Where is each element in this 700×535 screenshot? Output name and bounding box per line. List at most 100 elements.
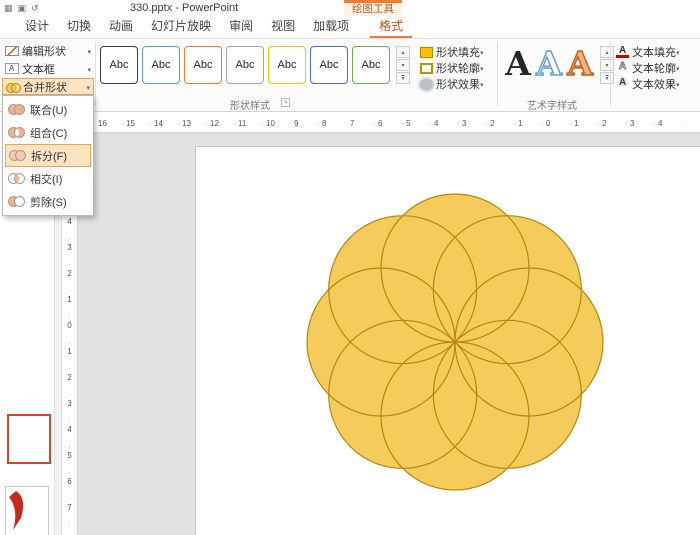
- menu-item[interactable]: 相交(I): [5, 167, 91, 190]
- ruler-number: 1: [574, 119, 602, 128]
- quick-access-icon[interactable]: [18, 1, 27, 15]
- wordart-style-0[interactable]: A: [504, 44, 532, 84]
- menu-item[interactable]: 拆分(F): [5, 144, 91, 167]
- swatch-label: Abc: [362, 59, 381, 71]
- dropdown-arrow-icon: [87, 63, 91, 75]
- shape-style-swatch[interactable]: Abc: [352, 46, 390, 84]
- button-icon: [5, 46, 19, 56]
- swatch-label: Abc: [320, 59, 339, 71]
- button-label: 文本填充: [632, 44, 676, 60]
- merge-option-icon: [8, 172, 26, 185]
- ruler-number: 1: [62, 295, 77, 321]
- dropdown-arrow-icon: [676, 46, 680, 58]
- menu-item-label: 组合(C): [30, 125, 67, 141]
- shape-style-swatch[interactable]: Abc: [100, 46, 138, 84]
- ruler-number: 11: [238, 119, 266, 128]
- ribbon-small-button[interactable]: 形状填充: [420, 44, 484, 60]
- ribbon-tab[interactable]: 加载项: [304, 16, 358, 38]
- ruler-number: 13: [182, 119, 210, 128]
- dropdown-arrow-icon: [480, 62, 484, 74]
- swatch-label: Abc: [278, 59, 297, 71]
- dropdown-arrow-icon: [87, 45, 91, 57]
- wordart-gallery: A A A: [504, 44, 594, 84]
- ribbon-small-button[interactable]: 文本填充: [616, 44, 680, 60]
- gallery-scroll-down-icon[interactable]: [600, 59, 614, 71]
- button-icon: [616, 63, 629, 74]
- quick-access-icon[interactable]: [4, 1, 13, 15]
- shape-style-swatch[interactable]: Abc: [268, 46, 306, 84]
- dropdown-arrow-icon: [480, 46, 484, 58]
- ruler-number: 5: [62, 451, 77, 477]
- ribbon-tab[interactable]: 设计: [16, 16, 58, 38]
- ruler-number: 14: [154, 119, 182, 128]
- wordart-style-2[interactable]: A: [566, 44, 594, 84]
- window-title: 330.pptx - PowerPoint: [130, 2, 238, 14]
- horizontal-ruler[interactable]: 1615141312111098765432101234: [78, 115, 700, 133]
- shape-style-swatch[interactable]: Abc: [226, 46, 264, 84]
- group-divider: [95, 42, 96, 106]
- menu-item[interactable]: 剪除(S): [5, 190, 91, 213]
- dropdown-arrow-icon: [676, 78, 680, 90]
- ruler-number: 16: [98, 119, 126, 128]
- ribbon-tab[interactable]: 幻灯片放映: [142, 16, 220, 38]
- ribbon-tab[interactable]: 切换: [58, 16, 100, 38]
- ruler-number: 6: [62, 477, 77, 503]
- slide-thumbnail[interactable]: [7, 414, 51, 464]
- shape-style-swatch[interactable]: Abc: [310, 46, 348, 84]
- ruler-number: 2: [490, 119, 518, 128]
- quick-access-icon[interactable]: [31, 1, 39, 15]
- ribbon-small-button[interactable]: 合并形状: [2, 78, 94, 95]
- ribbon-tab[interactable]: 动画: [100, 16, 142, 38]
- swatch-label: Abc: [110, 59, 129, 71]
- editing-canvas: [78, 133, 700, 535]
- ribbon-tab[interactable]: 格式: [370, 16, 412, 38]
- swatch-label: Abc: [194, 59, 213, 71]
- group-divider: [610, 42, 611, 106]
- button-icon: [5, 63, 19, 74]
- button-icon: [616, 79, 629, 90]
- dialog-launcher-icon[interactable]: [281, 98, 290, 107]
- slide-thumbnail[interactable]: [5, 486, 49, 535]
- ruler-number: 10: [266, 119, 294, 128]
- group-divider: [497, 42, 498, 106]
- ribbon-small-button[interactable]: 形状轮廓: [420, 60, 484, 76]
- button-label: 文本效果: [632, 76, 676, 92]
- ribbon-small-button[interactable]: 文本效果: [616, 76, 680, 92]
- ruler-number: 12: [210, 119, 238, 128]
- ribbon-small-button[interactable]: 文本框: [2, 60, 94, 77]
- menu-item[interactable]: 联合(U): [5, 98, 91, 121]
- shape-style-swatch[interactable]: Abc: [184, 46, 222, 84]
- menu-item-label: 剪除(S): [30, 194, 67, 210]
- button-label: 形状轮廓: [436, 60, 480, 76]
- ribbon-small-button[interactable]: 形状效果: [420, 76, 484, 92]
- ribbon-tab[interactable]: 视图: [262, 16, 304, 38]
- ruler-number: 3: [62, 243, 77, 269]
- ribbon-tab[interactable]: 审阅: [220, 16, 262, 38]
- drawing-tools-context-group[interactable]: 绘图工具: [344, 0, 402, 16]
- ruler-number: 2: [62, 269, 77, 295]
- flower-circles-shape[interactable]: [300, 187, 610, 497]
- button-label: 合并形状: [23, 79, 86, 95]
- gallery-scroll-up-icon[interactable]: [396, 46, 410, 58]
- gallery-scroll-up-icon[interactable]: [600, 46, 614, 58]
- dropdown-arrow-icon: [480, 78, 484, 90]
- ruler-number: 2: [62, 373, 77, 399]
- button-label: 文本轮廓: [632, 60, 676, 76]
- wordart-letter: A: [535, 44, 562, 83]
- menu-item-label: 相交(I): [30, 171, 62, 187]
- menu-item[interactable]: 组合(C): [5, 121, 91, 144]
- ribbon-small-button[interactable]: 编辑形状: [2, 42, 94, 59]
- wordart-style-1[interactable]: A: [535, 44, 563, 84]
- button-label: 形状填充: [436, 44, 480, 60]
- title-bar: 330.pptx - PowerPoint 绘图工具: [0, 0, 700, 16]
- wordart-letter: A: [504, 44, 531, 83]
- gallery-more-icon[interactable]: [600, 72, 614, 84]
- ribbon-small-button[interactable]: 文本轮廓: [616, 60, 680, 76]
- ruler-number: 1: [518, 119, 546, 128]
- thumbnail-red-shape: [8, 490, 32, 532]
- ruler-number: 4: [62, 217, 77, 243]
- gallery-more-icon[interactable]: [396, 72, 410, 84]
- wordart-group-label: 艺术字样式: [500, 97, 604, 112]
- shape-style-swatch[interactable]: Abc: [142, 46, 180, 84]
- gallery-scroll-down-icon[interactable]: [396, 59, 410, 71]
